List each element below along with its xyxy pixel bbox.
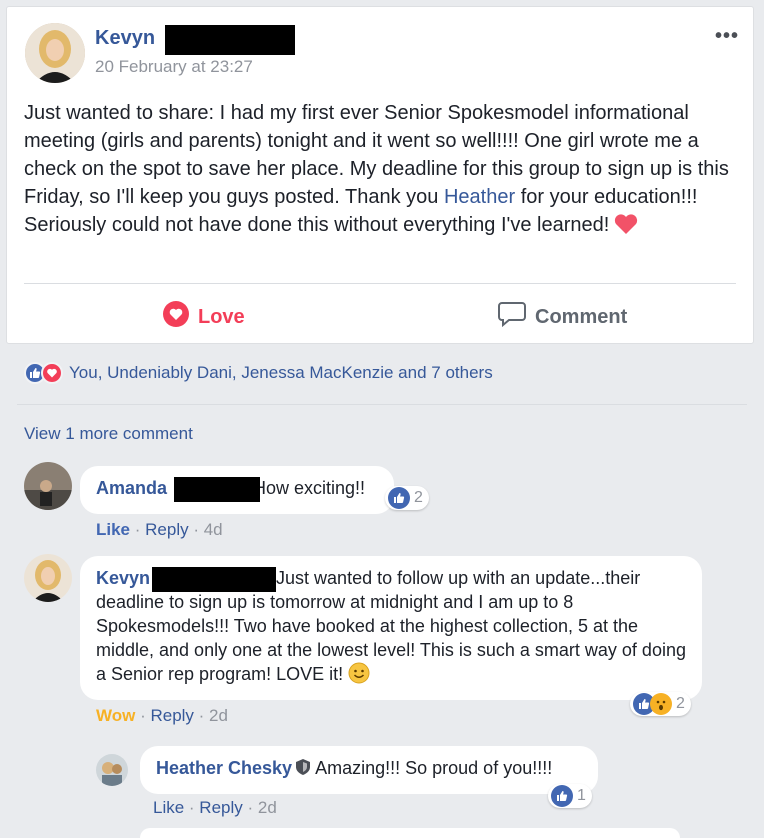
comment-reaction-count[interactable]: 1 xyxy=(548,784,592,808)
commenter-name[interactable]: Amanda xyxy=(96,478,167,498)
love-label: Love xyxy=(198,305,245,328)
comment-button[interactable]: Comment xyxy=(498,301,627,333)
comment-time[interactable]: 2d xyxy=(258,798,277,817)
reaction-icons xyxy=(24,362,63,384)
love-button[interactable]: Love xyxy=(163,301,245,333)
post-card: Kevyn 20 February at 23:27 ••• Just want… xyxy=(6,6,754,344)
comment-text: Amazing!!! So proud of you!!!! xyxy=(315,758,553,778)
reaction-count: 2 xyxy=(414,489,423,506)
comment-label: Comment xyxy=(535,305,628,328)
author-name[interactable]: Kevyn xyxy=(95,27,155,50)
divider xyxy=(24,283,736,284)
comment-reply-link[interactable]: Reply xyxy=(150,706,193,725)
reaction-icons xyxy=(633,693,672,715)
heart-emoji-icon xyxy=(613,213,639,243)
reaction-count: 1 xyxy=(577,787,586,804)
more-options-icon[interactable]: ••• xyxy=(715,25,739,48)
verified-shield-icon xyxy=(295,758,311,782)
comment-text: How exciting!! xyxy=(253,478,366,498)
comment-time[interactable]: 2d xyxy=(209,706,228,725)
commenter-name[interactable]: Heather Chesky xyxy=(156,758,292,778)
redaction-bar xyxy=(165,25,295,55)
commenter-avatar[interactable] xyxy=(24,462,72,510)
reactions-names[interactable]: You, Undeniably Dani, Jenessa MacKenzie … xyxy=(69,363,493,383)
view-more-comments-link[interactable]: View 1 more comment xyxy=(24,424,193,444)
commenter-avatar[interactable] xyxy=(24,554,72,602)
comment-reaction-count[interactable]: 2 xyxy=(385,486,429,510)
comment-like-link[interactable]: Like xyxy=(153,798,184,817)
comment-time[interactable]: 4d xyxy=(204,520,223,539)
post-timestamp[interactable]: 20 February at 23:27 xyxy=(95,57,253,77)
love-icon xyxy=(163,301,189,333)
redaction-bar xyxy=(152,567,276,592)
comment-wow-link[interactable]: Wow xyxy=(96,706,135,725)
comment-icon xyxy=(498,301,526,333)
love-reaction-icon xyxy=(41,362,63,384)
divider xyxy=(17,404,747,405)
commenter-avatar[interactable] xyxy=(96,754,128,786)
comment-actions: Like · Reply · 2d xyxy=(153,798,277,817)
mention-link[interactable]: Heather xyxy=(444,186,515,208)
post-body: Just wanted to share: I had my first eve… xyxy=(24,99,739,243)
redaction-bar xyxy=(174,477,260,502)
next-comment-bubble xyxy=(140,828,680,838)
comment-actions: Like · Reply · 4d xyxy=(96,520,223,539)
like-reaction-icon xyxy=(551,785,573,807)
wow-reaction-icon xyxy=(650,693,672,715)
smile-emoji-icon xyxy=(348,662,370,690)
reaction-count: 2 xyxy=(676,695,685,712)
commenter-name[interactable]: Kevyn xyxy=(96,568,150,588)
comment-like-link[interactable]: Like xyxy=(96,520,130,539)
reactions-summary[interactable]: You, Undeniably Dani, Jenessa MacKenzie … xyxy=(24,362,493,384)
comment-actions: Wow · Reply · 2d xyxy=(96,706,228,725)
author-avatar[interactable] xyxy=(25,23,85,83)
like-reaction-icon xyxy=(388,487,410,509)
comment-reply-link[interactable]: Reply xyxy=(199,798,242,817)
comment-reply-link[interactable]: Reply xyxy=(145,520,188,539)
comment-reaction-count[interactable]: 2 xyxy=(630,692,691,716)
reply-bubble: Heather Chesky Amazing!!! So proud of yo… xyxy=(140,746,598,794)
